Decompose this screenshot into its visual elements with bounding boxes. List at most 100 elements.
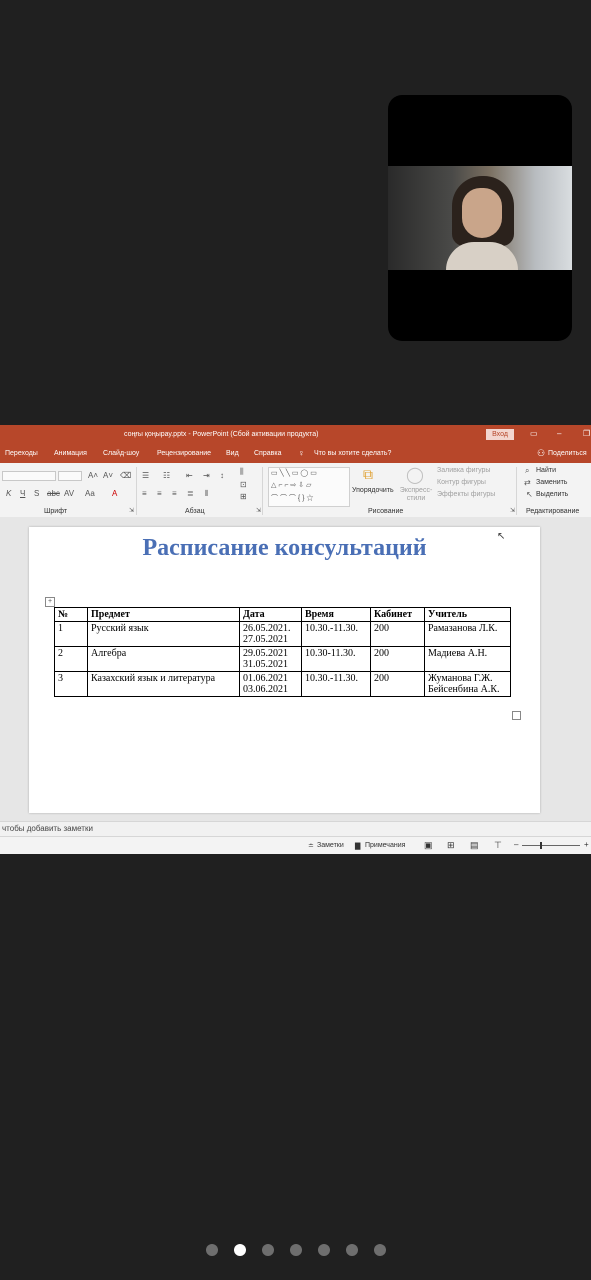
ribbon-display-icon[interactable]: ▭ — [530, 429, 538, 438]
align-left-icon[interactable]: ≡ — [142, 489, 147, 498]
zoom-slider[interactable] — [522, 845, 580, 846]
clear-format-icon[interactable]: ⌫ — [120, 471, 131, 480]
header-room[interactable]: Кабинет — [370, 607, 425, 622]
participant-video-tile[interactable] — [388, 95, 572, 341]
cell-date[interactable]: 29.05.2021 31.05.2021 — [239, 646, 302, 672]
increase-indent-icon[interactable]: ⇥ — [203, 471, 210, 480]
cell-time[interactable]: 10.30.-11.30. — [301, 671, 371, 697]
page-dot[interactable] — [345, 1244, 358, 1256]
quick-styles-button[interactable]: Экспресс-стили — [398, 487, 434, 503]
cell-subject[interactable]: Алгебра — [87, 646, 240, 672]
bullets-icon[interactable]: ☰ — [142, 471, 149, 480]
comments-toggle[interactable]: Примечания — [365, 842, 405, 849]
drawing-launcher-icon[interactable]: ⇲ — [510, 507, 515, 514]
arrange-button[interactable]: Упорядочить — [352, 487, 394, 494]
header-date[interactable]: Дата — [239, 607, 302, 622]
line-spacing-icon[interactable]: ↕ — [220, 471, 224, 480]
tab-animation[interactable]: Анимация — [54, 450, 87, 457]
cell-time[interactable]: 10.30-11.30. — [301, 646, 371, 672]
justify-icon[interactable]: ≣ — [187, 489, 194, 498]
header-time[interactable]: Время — [301, 607, 371, 622]
select-button[interactable]: Выделить — [536, 491, 568, 498]
cell-number[interactable]: 3 — [54, 671, 88, 697]
header-number[interactable]: № — [54, 607, 88, 622]
align-center-icon[interactable]: ≡ — [157, 489, 162, 498]
shape-effects-button[interactable]: Эффекты фигуры — [437, 491, 495, 498]
cell-date[interactable]: 26.05.2021. 27.05.2021 — [239, 621, 302, 647]
find-icon: ⌕ — [525, 466, 530, 475]
page-dot[interactable] — [205, 1244, 218, 1256]
paragraph-launcher-icon[interactable]: ⇲ — [256, 507, 261, 514]
schedule-table[interactable]: № Предмет Дата Время Кабинет Учитель 1 Ру… — [54, 607, 511, 697]
login-button[interactable]: Вход — [486, 429, 514, 440]
font-color-icon[interactable]: A — [112, 489, 117, 498]
tab-view[interactable]: Вид — [226, 450, 239, 457]
text-direction-icon[interactable]: ⫼ — [240, 467, 244, 477]
italic-icon[interactable]: K — [6, 489, 11, 498]
notes-toggle[interactable]: Заметки — [317, 842, 344, 849]
table-move-handle[interactable]: + — [45, 597, 55, 607]
tab-help[interactable]: Справка — [254, 450, 281, 457]
align-right-icon[interactable]: ≡ — [172, 489, 177, 498]
font-name-box[interactable] — [2, 471, 56, 481]
cell-room[interactable]: 200 — [370, 621, 425, 647]
cell-room[interactable]: 200 — [370, 646, 425, 672]
decrease-indent-icon[interactable]: ⇤ — [186, 471, 193, 480]
slide-sorter-icon[interactable]: ⊞ — [447, 840, 455, 851]
find-button[interactable]: Найти — [536, 467, 556, 474]
change-case-icon[interactable]: Aa — [85, 489, 95, 498]
table-resize-handle[interactable] — [512, 711, 521, 720]
cell-room[interactable]: 200 — [370, 671, 425, 697]
minimize-icon[interactable]: – — [557, 429, 561, 438]
header-teacher[interactable]: Учитель — [424, 607, 511, 622]
cell-teacher[interactable]: Мадиева А.Н. — [424, 646, 511, 672]
slide-title[interactable]: Расписание консультаций — [29, 535, 540, 562]
zoom-slider-thumb[interactable] — [540, 842, 542, 849]
font-size-box[interactable] — [58, 471, 82, 481]
replace-button[interactable]: Заменить — [536, 479, 567, 486]
shrink-font-icon[interactable]: A˅ — [103, 471, 113, 480]
page-dot-active[interactable] — [233, 1244, 246, 1256]
share-button[interactable]: Поделиться — [548, 450, 587, 457]
font-launcher-icon[interactable]: ⇲ — [129, 507, 134, 514]
align-text-icon[interactable]: ⊡ — [240, 480, 247, 489]
grow-font-icon[interactable]: A˄ — [88, 471, 98, 480]
strikethrough-icon[interactable]: abc — [47, 489, 60, 498]
char-spacing-icon[interactable]: AV — [64, 489, 74, 498]
tab-review[interactable]: Рецензирование — [157, 450, 211, 457]
cell-date[interactable]: 01.06.2021 03.06.2021 — [239, 671, 302, 697]
slide[interactable]: Расписание консультаций + № Предмет Дата… — [29, 527, 540, 813]
tab-transitions[interactable]: Переходы — [5, 450, 38, 457]
cell-number[interactable]: 1 — [54, 621, 88, 647]
normal-view-icon[interactable]: ▣ — [424, 840, 433, 851]
shape-outline-button[interactable]: Контур фигуры — [437, 479, 486, 486]
share-icon: ⚇ — [537, 448, 546, 458]
cell-subject[interactable]: Казахский язык и литература — [87, 671, 240, 697]
tab-slideshow[interactable]: Слайд-шоу — [103, 450, 139, 457]
cell-teacher[interactable]: Жуманова Г.Ж. Бейсенбина А.К. — [424, 671, 511, 697]
numbering-icon[interactable]: ☷ — [163, 471, 170, 480]
cell-teacher[interactable]: Рамазанова Л.К. — [424, 621, 511, 647]
header-subject[interactable]: Предмет — [87, 607, 240, 622]
cell-subject[interactable]: Русский язык — [87, 621, 240, 647]
reading-view-icon[interactable]: ▤ — [470, 840, 479, 851]
smartart-icon[interactable]: ⊞ — [240, 492, 247, 501]
slideshow-view-icon[interactable]: ⊤ — [494, 840, 502, 851]
shapes-gallery[interactable]: ▭ ╲ ╲ ▭ ◯ ▭ △ ⌐ ⌐ ⇨ ⇩ ▱ ⌒ ⌒ ⌒ { } ☆ — [268, 467, 350, 507]
shape-fill-button[interactable]: Заливка фигуры — [437, 467, 490, 474]
cell-time[interactable]: 10.30.-11.30. — [301, 621, 371, 647]
underline-icon[interactable]: Ч — [20, 489, 25, 498]
zoom-out-icon[interactable]: – — [514, 840, 518, 849]
zoom-in-icon[interactable]: + — [584, 840, 589, 849]
tell-me-box[interactable]: Что вы хотите сделать? — [314, 450, 391, 457]
columns-icon[interactable]: ⫴ — [205, 489, 208, 499]
page-dot[interactable] — [373, 1244, 386, 1256]
page-dot[interactable] — [289, 1244, 302, 1256]
participant-person — [446, 176, 518, 270]
page-dot[interactable] — [317, 1244, 330, 1256]
page-dot[interactable] — [261, 1244, 274, 1256]
shadow-icon[interactable]: S — [34, 489, 39, 498]
restore-icon[interactable]: ❐ — [583, 429, 590, 438]
cell-number[interactable]: 2 — [54, 646, 88, 672]
notes-pane[interactable]: чтобы добавить заметки — [0, 821, 591, 836]
